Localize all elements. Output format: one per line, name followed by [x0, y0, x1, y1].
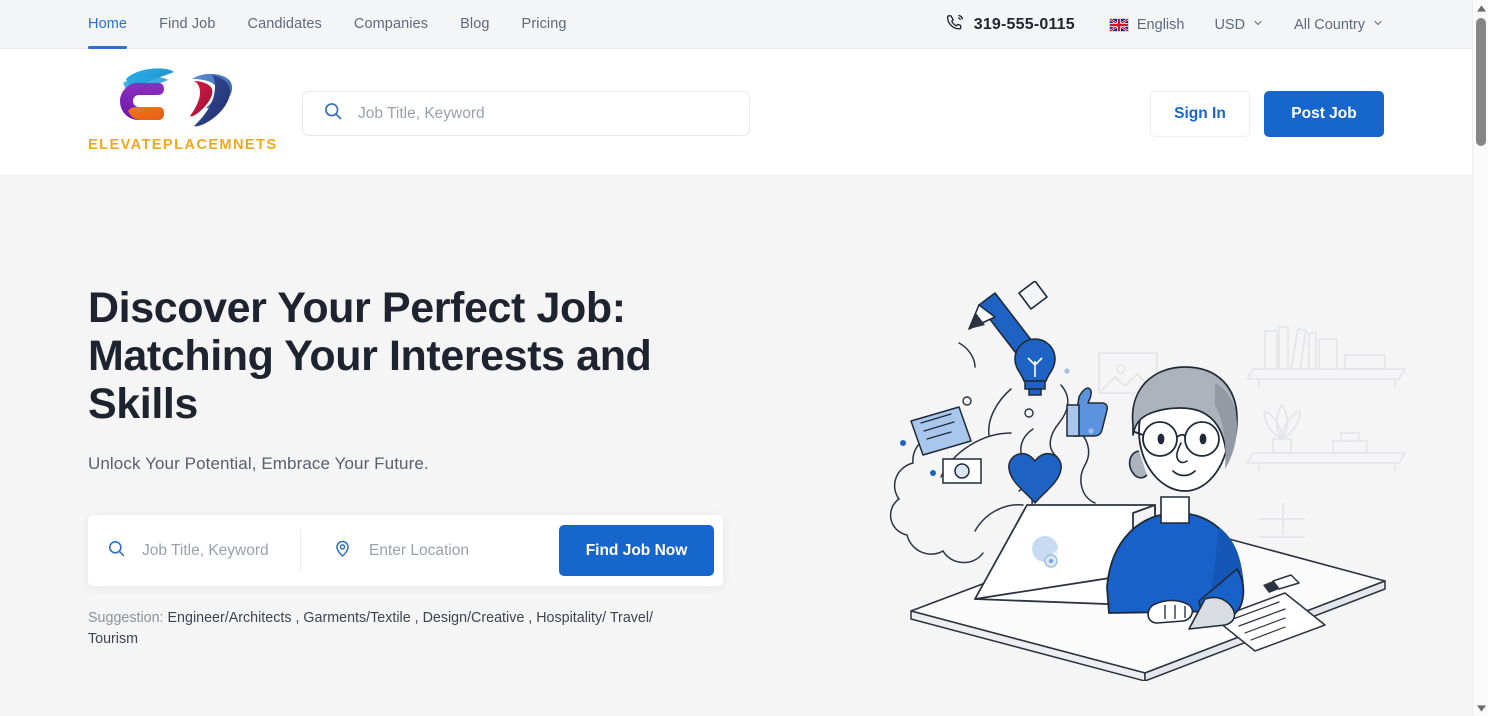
currency-label: USD	[1214, 16, 1246, 33]
chevron-down-icon	[1372, 17, 1384, 33]
uk-flag-icon	[1108, 17, 1129, 32]
page-root: Home Find Job Candidates Companies Blog …	[0, 0, 1488, 716]
currency-selector[interactable]: USD	[1214, 17, 1264, 33]
hero-location-input[interactable]: Enter Location	[301, 515, 555, 586]
hero-keyword-input[interactable]: Job Title, Keyword	[88, 515, 300, 586]
language-label: English	[1136, 16, 1185, 33]
scroll-up-arrow-icon[interactable]	[1473, 0, 1488, 16]
hero-heading: Discover Your Perfect Job: Matching Your…	[88, 284, 652, 428]
map-pin-icon	[333, 539, 352, 563]
hero-subheading: Unlock Your Potential, Embrace Your Futu…	[88, 454, 429, 473]
nav-item-blog[interactable]: Blog	[460, 0, 489, 49]
site-header: ELEVATEPLACEMNETS Job Title, Keyword Sig…	[0, 49, 1472, 176]
search-icon	[107, 539, 126, 563]
find-job-now-button[interactable]: Find Job Now	[559, 525, 714, 576]
nav-item-candidates[interactable]: Candidates	[248, 0, 322, 49]
country-selector[interactable]: All Country	[1294, 17, 1384, 33]
suggestion-sep: ,	[410, 610, 423, 626]
suggestion-list: Suggestion: Engineer/Architects , Garmen…	[88, 608, 698, 650]
logo-wordmark: ELEVATEPLACEMNETS	[88, 137, 278, 153]
nav-item-companies[interactable]: Companies	[354, 0, 428, 49]
page-scrollbar[interactable]	[1472, 0, 1488, 716]
country-label: All Country	[1294, 16, 1365, 33]
person-at-laptop-illustration	[855, 280, 1415, 682]
suggestion-link-garments[interactable]: Garments/Textile	[303, 610, 410, 626]
post-job-button[interactable]: Post Job	[1264, 91, 1384, 137]
phone-number: 319-555-0115	[973, 15, 1075, 33]
nav-item-home[interactable]: Home	[88, 0, 128, 49]
site-logo[interactable]: ELEVATEPLACEMNETS	[88, 63, 278, 153]
hero-location-placeholder: Enter Location	[369, 541, 469, 559]
hero-keyword-placeholder: Job Title, Keyword	[142, 541, 269, 559]
elevate-placements-logo	[88, 63, 268, 135]
suggestion-sep: ,	[524, 610, 537, 626]
sign-in-button[interactable]: Sign In	[1150, 91, 1250, 137]
phone-ring-icon	[946, 13, 965, 37]
language-selector[interactable]: English	[1108, 16, 1185, 33]
hero-copy: Discover Your Perfect Job: Matching Your…	[88, 284, 748, 474]
suggestion-label: Suggestion:	[88, 610, 164, 626]
search-icon	[323, 101, 343, 126]
main-nav: Home Find Job Candidates Companies Blog …	[88, 0, 567, 49]
header-search-input[interactable]: Job Title, Keyword	[302, 91, 750, 136]
top-utility-right: 319-555-0115 English USD All Country	[946, 0, 1384, 49]
scroll-down-arrow-icon[interactable]	[1473, 700, 1488, 716]
header-search-placeholder: Job Title, Keyword	[358, 104, 485, 122]
suggestion-sep: ,	[291, 610, 304, 626]
hero-search-bar: Job Title, Keyword Enter Location Find J…	[88, 515, 723, 586]
chevron-down-icon	[1252, 17, 1264, 33]
top-utility-bar: Home Find Job Candidates Companies Blog …	[0, 0, 1472, 49]
nav-item-pricing[interactable]: Pricing	[522, 0, 567, 49]
phone-contact[interactable]: 319-555-0115	[946, 13, 1075, 37]
header-actions: Sign In Post Job	[1150, 91, 1384, 137]
scrollbar-thumb[interactable]	[1476, 18, 1486, 146]
suggestion-link-engineer[interactable]: Engineer/Architects	[168, 610, 292, 626]
suggestion-link-design[interactable]: Design/Creative	[423, 610, 525, 626]
hero-section: Discover Your Perfect Job: Matching Your…	[0, 176, 1472, 716]
nav-item-find-job[interactable]: Find Job	[159, 0, 215, 49]
